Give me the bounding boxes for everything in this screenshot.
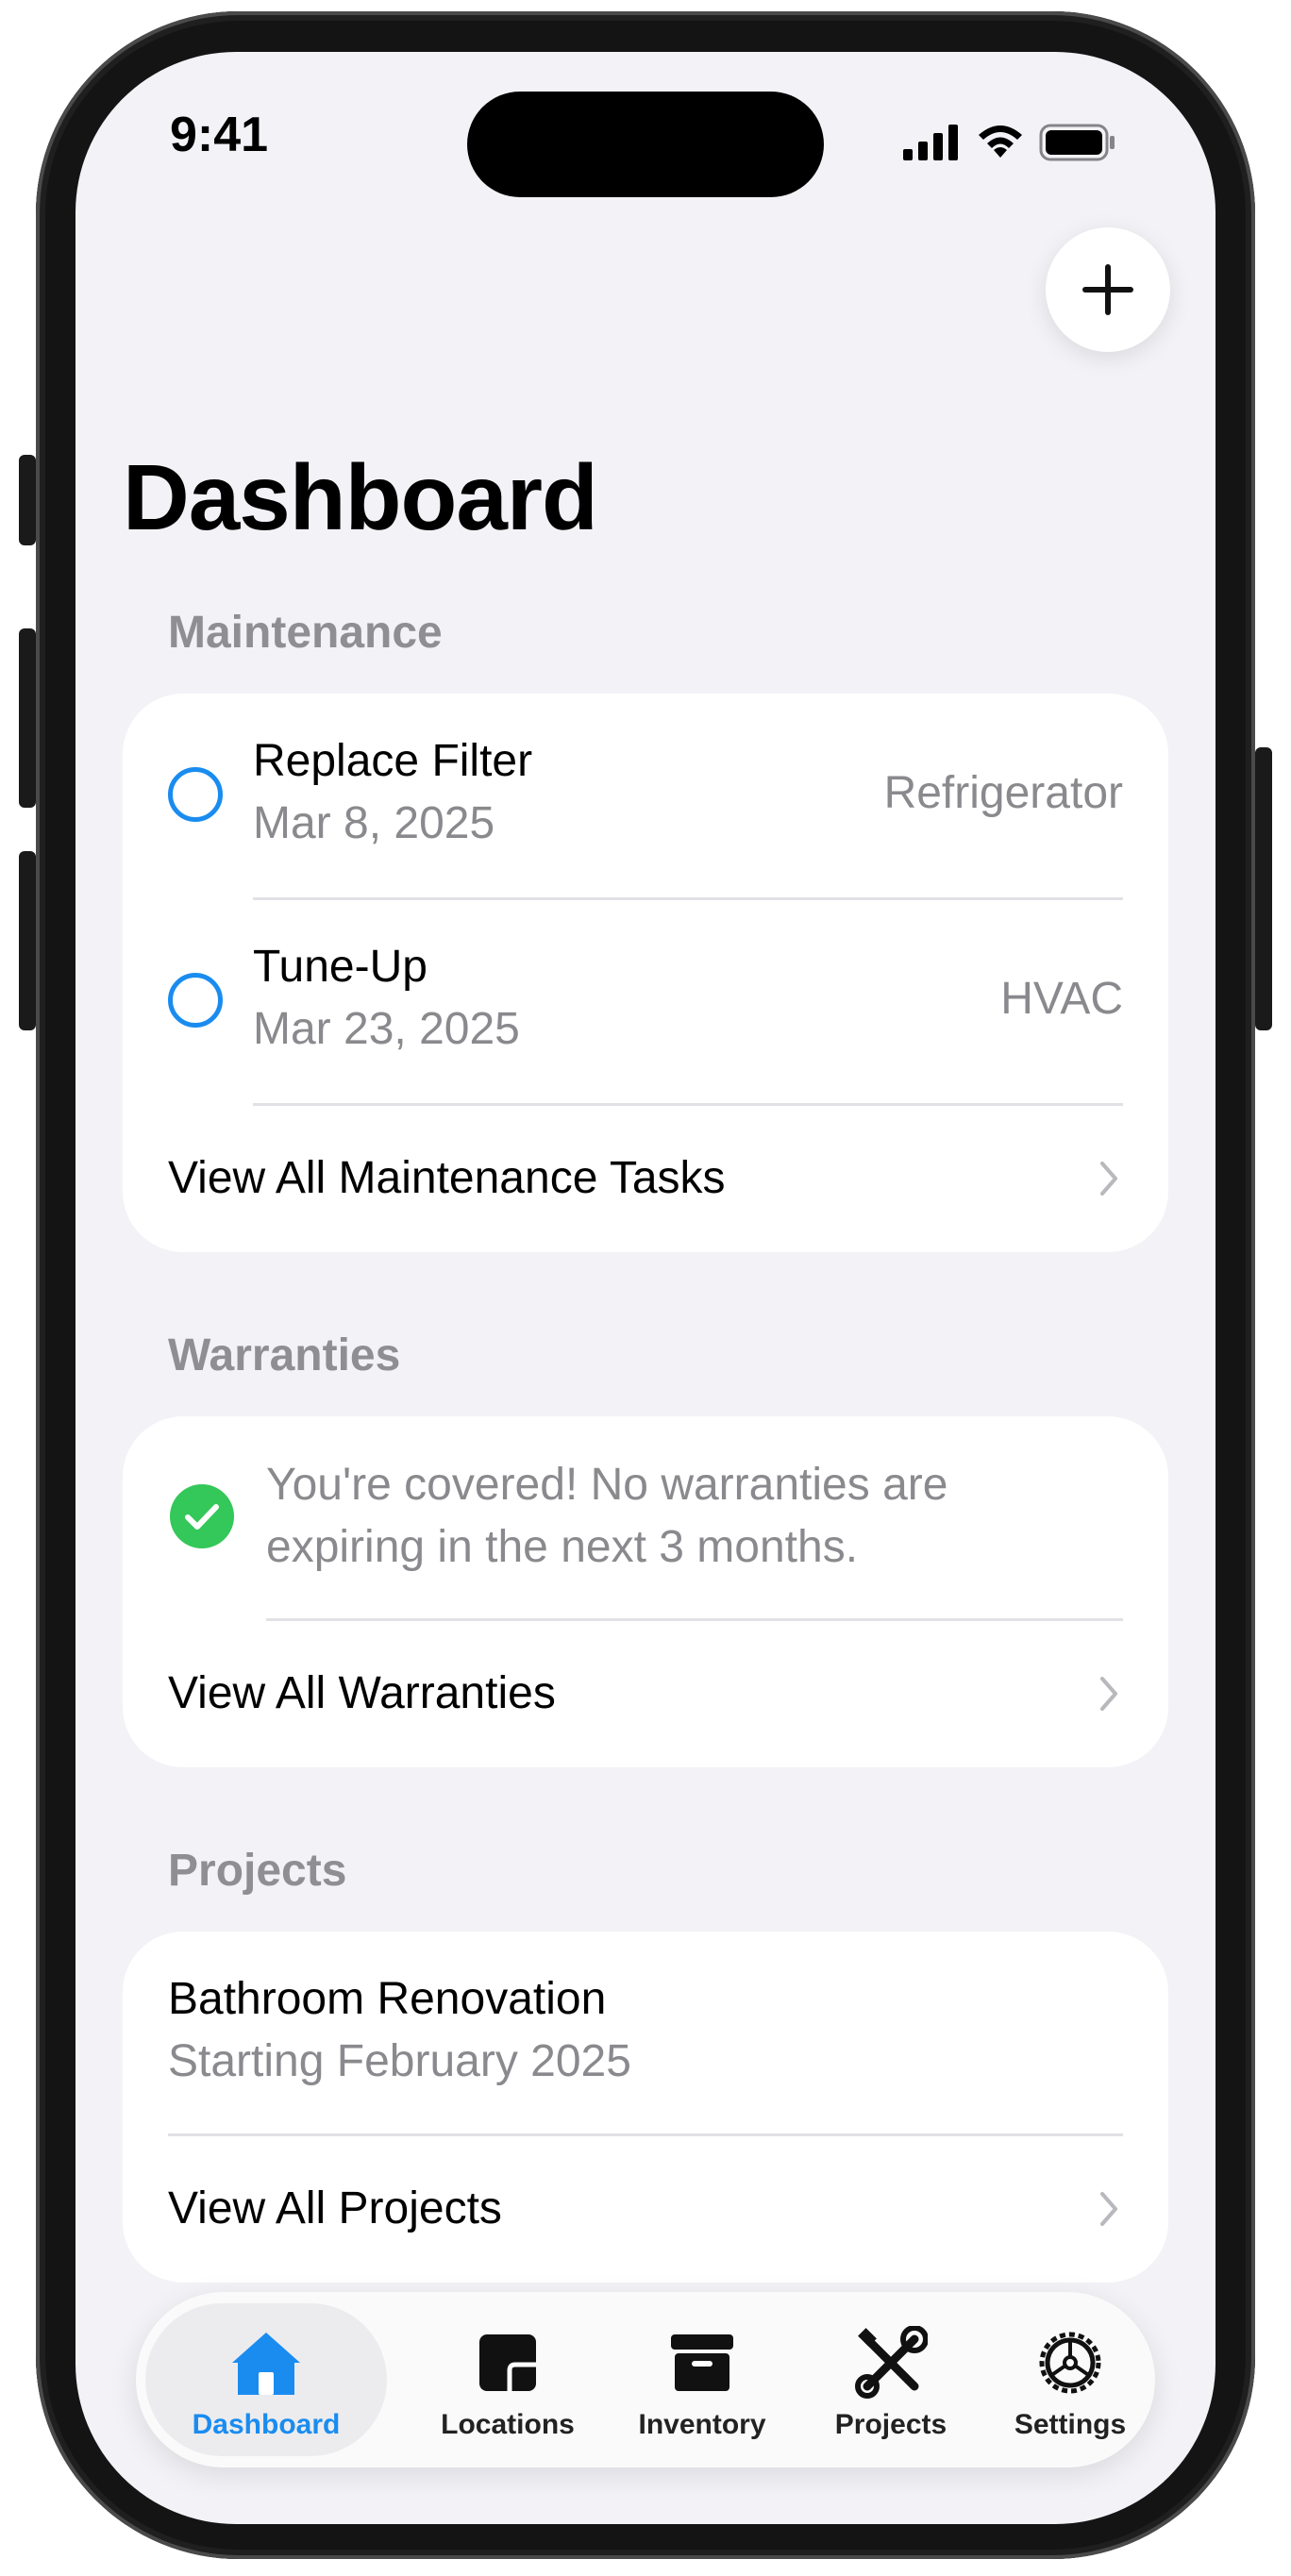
archivebox-icon	[671, 2334, 733, 2391]
checkmark-circle-icon	[170, 1484, 234, 1548]
app-screen: 9:41 Dashboard Maintenance Replace Filte…	[75, 52, 1216, 2524]
task-item-name: HVAC	[1000, 974, 1123, 1024]
view-all-projects-link[interactable]: View All Projects	[123, 2135, 1168, 2283]
view-all-maintenance-label: View All Maintenance Tasks	[168, 1153, 726, 1203]
tab-locations[interactable]: Locations	[413, 2303, 602, 2456]
battery-icon	[1039, 124, 1115, 161]
task-title: Tune-Up	[253, 942, 428, 992]
tab-dashboard[interactable]: Dashboard	[145, 2303, 387, 2456]
plus-icon	[1082, 264, 1133, 315]
view-all-projects-label: View All Projects	[168, 2183, 502, 2233]
page-title: Dashboard	[123, 445, 598, 549]
task-complete-toggle[interactable]	[168, 973, 223, 1028]
dynamic-island	[467, 92, 824, 197]
action-button	[19, 455, 36, 545]
warranty-status-row: You're covered! No warranties are expiri…	[123, 1416, 1168, 1620]
task-date: Mar 8, 2025	[253, 798, 495, 848]
volume-up-button	[19, 628, 36, 808]
wifi-icon	[979, 125, 1022, 158]
floorplan-icon	[479, 2334, 536, 2391]
view-all-warranties-link[interactable]: View All Warranties	[123, 1620, 1168, 1767]
maintenance-section-label: Maintenance	[168, 608, 443, 658]
chevron-right-icon	[1100, 1162, 1117, 1196]
volume-down-button	[19, 851, 36, 1030]
house-icon	[232, 2333, 300, 2395]
warranties-section-label: Warranties	[168, 1330, 401, 1380]
tab-label: Settings	[1014, 2409, 1127, 2440]
status-icons	[903, 124, 1116, 161]
gear-icon	[1039, 2332, 1101, 2394]
task-date: Mar 23, 2025	[253, 1004, 520, 1054]
tab-projects[interactable]: Projects	[796, 2303, 985, 2456]
tab-label: Projects	[834, 2409, 947, 2440]
chevron-right-icon	[1100, 2192, 1117, 2226]
maintenance-task-row[interactable]: Tune-Up Mar 23, 2025 HVAC	[123, 899, 1168, 1105]
project-title: Bathroom Renovation	[168, 1974, 607, 2024]
task-complete-toggle[interactable]	[168, 767, 223, 822]
status-time: 9:41	[170, 108, 269, 162]
task-title: Replace Filter	[253, 736, 533, 786]
power-button	[1255, 747, 1272, 1030]
tab-label: Inventory	[638, 2409, 766, 2440]
chevron-right-icon	[1100, 1677, 1117, 1711]
tools-icon	[855, 2326, 928, 2399]
maintenance-card: Replace Filter Mar 8, 2025 Refrigerator …	[123, 694, 1168, 1252]
project-subtitle: Starting February 2025	[168, 2036, 631, 2086]
view-all-warranties-label: View All Warranties	[168, 1668, 556, 1718]
cellular-signal-icon	[903, 125, 958, 160]
tab-label: Dashboard	[192, 2409, 341, 2440]
view-all-maintenance-link[interactable]: View All Maintenance Tasks	[123, 1105, 1168, 1252]
task-item-name: Refrigerator	[883, 768, 1123, 818]
tab-label: Locations	[441, 2409, 575, 2440]
tab-bar: Dashboard Locations Inventory Projects S…	[136, 2292, 1155, 2467]
warranty-status-message: You're covered! No warranties are expiri…	[266, 1460, 948, 1572]
warranties-card: You're covered! No warranties are expiri…	[123, 1416, 1168, 1767]
add-button[interactable]	[1046, 227, 1170, 352]
projects-card: Bathroom Renovation Starting February 20…	[123, 1932, 1168, 2283]
maintenance-task-row[interactable]: Replace Filter Mar 8, 2025 Refrigerator	[123, 694, 1168, 899]
tab-inventory[interactable]: Inventory	[608, 2303, 796, 2456]
projects-section-label: Projects	[168, 1846, 347, 1896]
project-row[interactable]: Bathroom Renovation Starting February 20…	[123, 1932, 1168, 2135]
tab-settings[interactable]: Settings	[976, 2303, 1165, 2456]
